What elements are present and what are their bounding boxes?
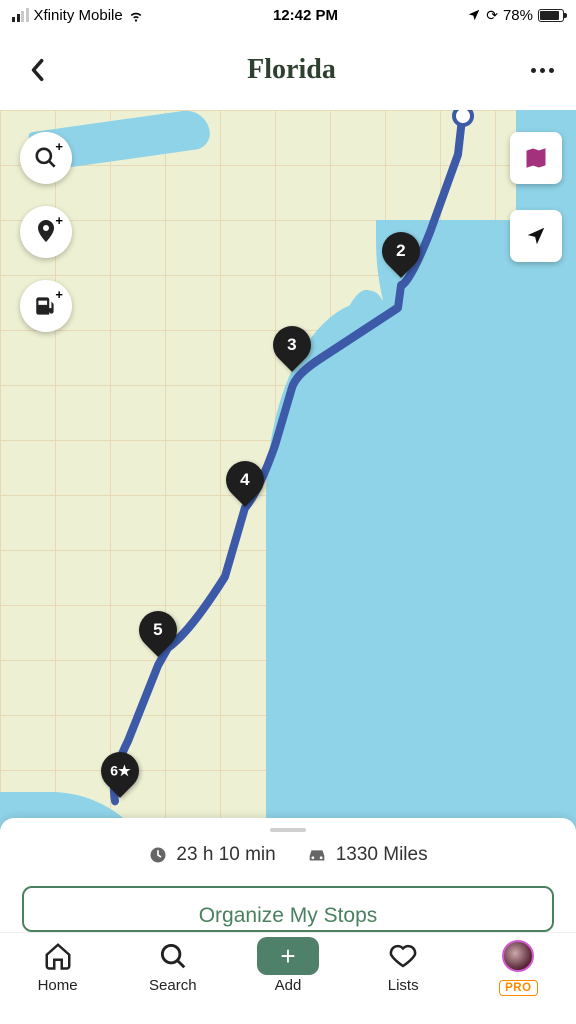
add-place-button[interactable]: + <box>20 206 72 258</box>
back-button[interactable] <box>22 55 52 85</box>
wifi-icon <box>128 7 144 23</box>
carrier-name: Xfinity Mobile <box>34 7 123 24</box>
waypoint-marker-3[interactable]: 3 <box>273 326 311 374</box>
recenter-button[interactable] <box>510 210 562 262</box>
avatar <box>502 940 534 972</box>
heart-icon <box>388 941 418 971</box>
trip-distance: 1330 Miles <box>336 844 428 866</box>
trip-summary-sheet[interactable]: 23 h 10 min 1330 Miles Organize My Stops <box>0 818 576 932</box>
add-button[interactable]: + <box>257 937 319 975</box>
organize-stops-button[interactable]: Organize My Stops <box>22 886 554 932</box>
tab-home[interactable]: Home <box>0 939 115 994</box>
location-arrow-icon <box>467 8 481 22</box>
tab-search[interactable]: Search <box>115 939 230 994</box>
status-bar: Xfinity Mobile 12:42 PM ⟳ 78% <box>0 0 576 30</box>
car-icon <box>306 846 328 864</box>
more-options-button[interactable] <box>531 68 554 73</box>
waypoint-marker-5[interactable]: 5 <box>139 611 177 659</box>
sheet-grab-handle[interactable] <box>270 828 306 832</box>
waypoint-marker-6[interactable]: 6★ <box>101 752 139 800</box>
pro-badge: PRO <box>499 980 537 996</box>
map-view-column <box>510 132 562 262</box>
trip-stats: 23 h 10 min 1330 Miles <box>14 844 562 886</box>
tab-profile[interactable]: PRO <box>461 939 576 996</box>
zoom-in-button[interactable]: + <box>20 132 72 184</box>
bottom-tab-bar: Home Search + Add Lists PRO <box>0 932 576 1024</box>
waypoint-marker-4[interactable]: 4 <box>226 461 264 509</box>
map-layers-button[interactable] <box>510 132 562 184</box>
clock-icon <box>148 845 168 865</box>
tab-lists[interactable]: Lists <box>346 939 461 994</box>
tab-add[interactable]: + Add <box>230 939 345 994</box>
search-icon <box>158 941 188 971</box>
clock: 12:42 PM <box>273 7 338 24</box>
plus-badge-icon: + <box>55 213 63 228</box>
battery-icon <box>538 9 564 22</box>
plus-badge-icon: + <box>55 287 63 302</box>
app-header: Florida <box>0 30 576 110</box>
rotation-lock-icon: ⟳ <box>486 7 498 24</box>
add-fuel-button[interactable]: + <box>20 280 72 332</box>
page-title: Florida <box>247 54 336 86</box>
battery-percentage: 78% <box>503 7 533 24</box>
map-tool-column: + + + <box>20 132 72 332</box>
waypoint-marker-2[interactable]: 2 <box>382 232 420 280</box>
map-canvas[interactable]: 2 3 4 5 6★ + + + <box>0 110 576 932</box>
trip-duration: 23 h 10 min <box>176 844 275 866</box>
home-icon <box>43 941 73 971</box>
signal-bars-icon <box>12 8 29 22</box>
plus-badge-icon: + <box>55 139 63 154</box>
